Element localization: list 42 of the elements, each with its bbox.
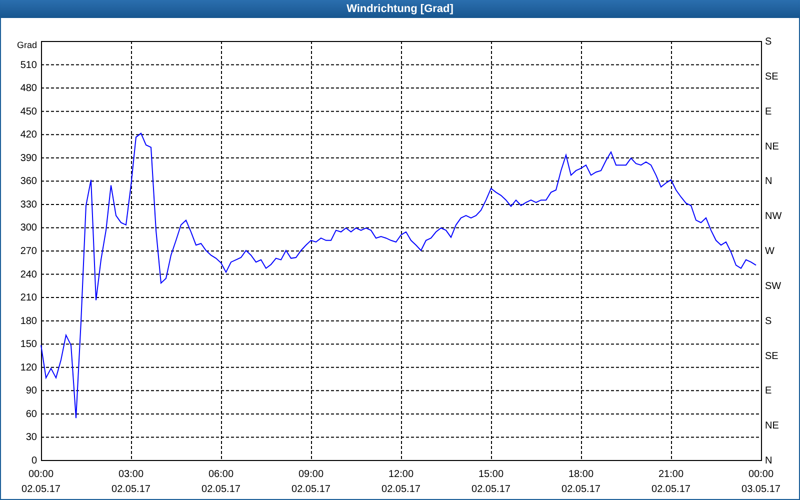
direction-label: SE bbox=[765, 71, 778, 82]
y-tick-label: 450 bbox=[20, 106, 37, 118]
direction-label: NE bbox=[765, 141, 779, 152]
direction-label: SW bbox=[765, 280, 782, 292]
direction-label: N bbox=[765, 456, 772, 466]
direction-label: E bbox=[765, 386, 772, 397]
y-tick-label: 390 bbox=[20, 152, 37, 164]
y-tick-label: 270 bbox=[20, 246, 37, 257]
x-tick-label: 00:00 03.05.17 bbox=[742, 469, 780, 495]
direction-label: NW bbox=[765, 211, 782, 222]
y-tick-label: 30 bbox=[26, 432, 37, 444]
x-tick-label: 15:00 02.05.17 bbox=[472, 469, 510, 495]
y-tick-label: 0 bbox=[31, 456, 37, 466]
y-tick-label: 240 bbox=[20, 269, 37, 280]
direction-label: W bbox=[765, 246, 774, 257]
x-tick-label: 03:00 02.05.17 bbox=[112, 469, 150, 495]
y-tick-label: 150 bbox=[20, 339, 37, 350]
x-tick-label: 09:00 02.05.17 bbox=[292, 469, 330, 495]
direction-label: SE bbox=[765, 350, 778, 362]
direction-label: N bbox=[765, 176, 772, 188]
x-tick-label: 06:00 02.05.17 bbox=[202, 469, 240, 495]
y-tick-label: 180 bbox=[20, 316, 37, 327]
direction-label: S bbox=[765, 316, 772, 327]
y-tick-label: 60 bbox=[26, 408, 37, 420]
y-tick-label: 210 bbox=[20, 292, 37, 304]
y-tick-label: 300 bbox=[20, 222, 37, 234]
x-tick-label: 21:00 02.05.17 bbox=[652, 469, 690, 495]
direction-label: NE bbox=[765, 420, 779, 432]
x-tick-label: 18:00 02.05.17 bbox=[562, 469, 600, 495]
y-axis-label: Grad bbox=[17, 40, 38, 50]
y-tick-label: 510 bbox=[20, 60, 37, 71]
window-title: Windrichtung [Grad] bbox=[0, 0, 800, 18]
y-tick-label: 420 bbox=[20, 130, 37, 141]
x-tick-label: 12:00 02.05.17 bbox=[382, 469, 420, 495]
direction-label: S bbox=[765, 36, 772, 48]
y-tick-label: 120 bbox=[20, 362, 37, 374]
x-tick-label: 00:00 02.05.17 bbox=[22, 469, 60, 495]
direction-label: E bbox=[765, 106, 772, 118]
y-tick-label: 90 bbox=[26, 386, 37, 397]
y-tick-label: 330 bbox=[20, 199, 37, 210]
y-tick-label: 360 bbox=[20, 176, 37, 188]
y-tick-label: 480 bbox=[20, 83, 37, 94]
